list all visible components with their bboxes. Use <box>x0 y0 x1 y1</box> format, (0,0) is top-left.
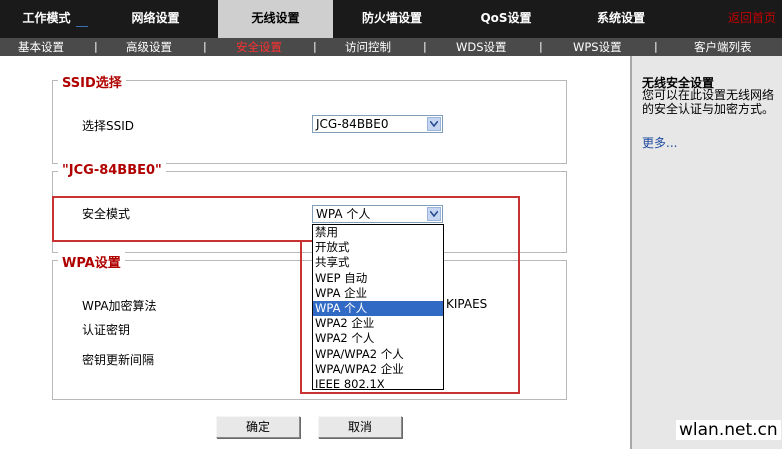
tab-wireless-settings[interactable]: 无线设置 <box>218 0 333 38</box>
help-sidebar: 无线安全设置 您可以在此设置无线网络的安全认证与加密方式。 更多... <box>630 56 782 449</box>
subnav-separator: | <box>203 40 207 53</box>
ssid-select-value: JCG-84BBE0 <box>316 117 389 131</box>
option-wep-auto[interactable]: WEP 自动 <box>313 271 443 286</box>
ssid-label: 选择SSID <box>82 119 135 133</box>
subtab-security[interactable]: 安全设置 <box>236 38 282 56</box>
tab-system-settings[interactable]: 系统设置 <box>561 0 681 38</box>
highlight-inner-left-line <box>300 240 302 394</box>
highlight-bottom-line <box>300 392 520 394</box>
ssid-select[interactable]: JCG-84BBE0 <box>312 115 443 133</box>
security-mode-dropdown[interactable]: 禁用 开放式 共享式 WEP 自动 WPA 企业 WPA 个人 WPA2 企业 … <box>312 224 444 392</box>
highlight-mid-line <box>52 240 312 242</box>
option-ieee-8021x[interactable]: IEEE 802.1X <box>313 377 443 392</box>
network-legend: "JCG-84BBE0" <box>58 163 166 178</box>
sub-nav: 基本设置 | 高级设置 | 安全设置 | 访问控制 | WDS设置 | WPS设… <box>0 38 782 56</box>
option-wpa-wpa2-enterprise[interactable]: WPA/WPA2 企业 <box>313 362 443 377</box>
cancel-button[interactable]: 取消 <box>318 416 402 438</box>
help-more-link[interactable]: 更多... <box>642 134 677 151</box>
option-wpa-personal[interactable]: WPA 个人 <box>313 300 443 317</box>
option-open[interactable]: 开放式 <box>313 240 443 255</box>
highlight-top-line <box>52 196 520 198</box>
auth-key-label: 认证密钥 <box>82 323 131 337</box>
ok-button[interactable]: 确定 <box>216 416 300 438</box>
subtab-wps[interactable]: WPS设置 <box>573 38 622 56</box>
option-wpa2-personal[interactable]: WPA2 个人 <box>313 331 443 346</box>
key-interval-label: 密钥更新间隔 <box>82 353 155 367</box>
top-nav: 工作模式 网络设置 无线设置 防火墙设置 QoS设置 系统设置 返回首页 <box>0 0 782 38</box>
ssid-legend: SSID选择 <box>58 72 126 91</box>
tab-firewall-settings[interactable]: 防火墙设置 <box>333 0 451 38</box>
help-description: 您可以在此设置无线网络的安全认证与加密方式。 <box>642 88 775 116</box>
tab-qos-settings[interactable]: QoS设置 <box>451 0 561 38</box>
subnav-separator: | <box>539 40 543 53</box>
option-wpa-enterprise[interactable]: WPA 企业 <box>313 286 443 301</box>
subtab-basic[interactable]: 基本设置 <box>18 38 64 56</box>
security-mode-select[interactable]: WPA 个人 <box>312 205 443 223</box>
option-shared[interactable]: 共享式 <box>313 255 443 270</box>
highlight-left-line <box>52 196 54 242</box>
wpa-cipher-label: WPA加密算法 <box>82 299 157 313</box>
subtab-client-list[interactable]: 客户端列表 <box>694 38 752 56</box>
subnav-separator: | <box>94 40 98 53</box>
tab-work-mode[interactable]: 工作模式 <box>0 0 93 38</box>
subtab-advanced[interactable]: 高级设置 <box>126 38 172 56</box>
subtab-wds[interactable]: WDS设置 <box>456 38 507 56</box>
option-disabled[interactable]: 禁用 <box>313 225 443 240</box>
highlight-right-line <box>518 196 520 394</box>
tab-network-settings[interactable]: 网络设置 <box>93 0 218 38</box>
chevron-down-icon <box>427 117 441 131</box>
subnav-separator: | <box>654 40 658 53</box>
return-home-link[interactable]: 返回首页 <box>728 0 776 38</box>
wpa-cipher-value: KIPAES <box>446 297 488 311</box>
chevron-down-icon <box>427 207 441 221</box>
subtab-access-control[interactable]: 访问控制 <box>345 38 391 56</box>
security-mode-value: WPA 个人 <box>316 207 371 221</box>
option-wpa2-enterprise[interactable]: WPA2 企业 <box>313 316 443 331</box>
subnav-separator: | <box>423 40 427 53</box>
wpa-legend: WPA设置 <box>58 252 125 271</box>
watermark: wlan.net.cn <box>676 420 781 440</box>
subnav-separator: | <box>313 40 317 53</box>
option-wpa-wpa2-personal[interactable]: WPA/WPA2 个人 <box>313 347 443 362</box>
security-mode-label: 安全模式 <box>82 207 131 221</box>
tab-underline-mark <box>76 26 88 27</box>
